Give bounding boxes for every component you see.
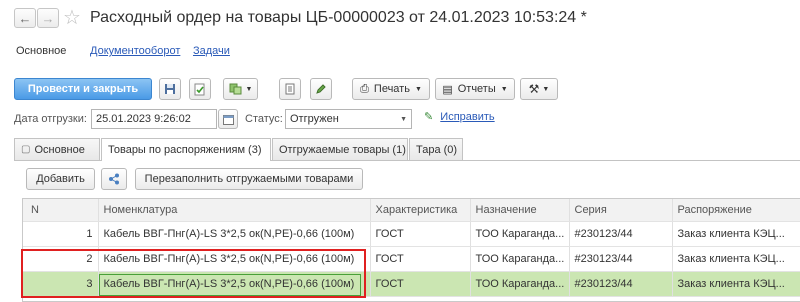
comment-icon: ▢ <box>21 144 31 155</box>
chevron-down-icon: ▼ <box>245 85 253 93</box>
selected-cell-frame <box>99 274 361 296</box>
add-button[interactable]: Добавить <box>26 168 95 190</box>
star-icon[interactable]: ☆ <box>63 5 81 30</box>
tab-tasks[interactable]: Задачи <box>193 45 230 57</box>
arrow-left-icon: ← <box>18 10 32 26</box>
column-header[interactable]: Распоряжение <box>672 199 800 222</box>
post-and-close-button[interactable]: Провести и закрыть <box>14 78 152 100</box>
column-header[interactable]: Серия <box>569 199 673 222</box>
chevron-down-icon: ▼ <box>542 85 550 93</box>
forward-button[interactable]: → <box>37 8 59 28</box>
create-based-on-button[interactable]: ▼ <box>223 78 258 100</box>
edit-icon: ✎ <box>424 111 434 123</box>
save-icon <box>165 84 175 94</box>
tools-button[interactable]: ⚒ ▼ <box>520 78 558 100</box>
reports-button[interactable]: ▤ Отчеты ▼ <box>435 78 515 100</box>
page-title: Расходный ордер на товары ЦБ-00000023 от… <box>90 9 587 26</box>
table-cell: Заказ клиента КЭЦ... <box>672 246 800 272</box>
page-tab-shipped-goods[interactable]: Отгружаемые товары (1) <box>272 138 408 160</box>
table-cell: ТОО Карагандa... <box>470 271 570 297</box>
refill-button[interactable]: Перезаполнить отгружаемыми товарами <box>135 168 363 190</box>
table-cell: #230123/44 <box>569 271 673 297</box>
table-row[interactable]: 1 Кабель ВВГ-Пнг(A)-LS 3*2,5 ок(N,PE)-0,6… <box>23 221 800 247</box>
document-post-icon <box>194 83 205 95</box>
page-tab-tare[interactable]: Тара (0) <box>409 138 463 160</box>
table-cell: ГОСТ <box>370 271 471 297</box>
calendar-icon <box>222 114 234 125</box>
ship-date-label: Дата отгрузки: <box>14 113 87 125</box>
page-tab-main[interactable]: ▢ Основное <box>14 138 100 160</box>
column-header[interactable]: Характеристика <box>370 199 471 222</box>
fix-link-label: Исправить <box>440 111 495 123</box>
table-cell: ГОСТ <box>370 246 471 272</box>
post-button[interactable] <box>189 78 211 100</box>
tab-main[interactable]: Основное <box>16 45 66 57</box>
calendar-button[interactable] <box>218 109 238 129</box>
pencil-icon <box>316 84 326 94</box>
table-cell: ТОО Карагандa... <box>470 246 570 272</box>
page-tab-ordered-goods[interactable]: Товары по распоряжениям (3) <box>101 138 271 161</box>
edit-button[interactable] <box>310 78 332 100</box>
structure-button[interactable] <box>101 168 127 190</box>
column-header[interactable]: N <box>23 199 99 222</box>
share-icon <box>109 173 119 185</box>
table-cell: #230123/44 <box>569 246 673 272</box>
chevron-down-icon: ▼ <box>500 85 508 93</box>
reports-label: Отчеты <box>457 83 496 95</box>
tab-documents[interactable]: Документооборот <box>90 45 180 57</box>
column-header[interactable]: Номенклатура <box>98 199 371 222</box>
table-cell: ТОО Карагандa... <box>470 221 570 247</box>
chevron-down-icon: ▼ <box>400 115 407 123</box>
save-button[interactable] <box>159 78 181 100</box>
status-label: Статус: <box>245 113 283 125</box>
table-cell: Заказ клиента КЭЦ... <box>672 221 800 247</box>
status-value: Отгружен <box>290 113 339 125</box>
table-cell: Заказ клиента КЭЦ... <box>672 271 800 297</box>
create-based-icon <box>229 83 242 95</box>
tools-icon: ⚒ <box>528 82 540 96</box>
report-icon: ▤ <box>442 83 453 96</box>
chevron-down-icon: ▼ <box>414 85 422 93</box>
ship-date-field[interactable]: 25.01.2023 9:26:02 <box>91 109 217 129</box>
fix-link[interactable]: ✎ Исправить <box>424 110 495 123</box>
status-select[interactable]: Отгружен ▼ <box>285 109 412 129</box>
list-button[interactable] <box>279 78 301 100</box>
back-button[interactable]: ← <box>14 8 36 28</box>
page-tab-main-label: Основное <box>34 143 85 156</box>
table-cell: #230123/44 <box>569 221 673 247</box>
print-button[interactable]: ⎙ Печать ▼ <box>352 78 430 100</box>
table-cell: ГОСТ <box>370 221 471 247</box>
list-icon <box>285 83 295 95</box>
table-header-row: N Номенклатура Характеристика Назначение Сер… <box>23 199 800 222</box>
printer-icon: ⎙ <box>360 82 369 95</box>
table-cell: 1 <box>23 221 99 247</box>
arrow-right-icon: → <box>41 10 55 26</box>
table-cell: Кабель ВВГ-Пнг(A)-LS 3*2,5 ок(N,PE)-0,66… <box>98 221 371 247</box>
print-label: Печать <box>373 83 410 95</box>
column-header[interactable]: Назначение <box>470 199 570 222</box>
